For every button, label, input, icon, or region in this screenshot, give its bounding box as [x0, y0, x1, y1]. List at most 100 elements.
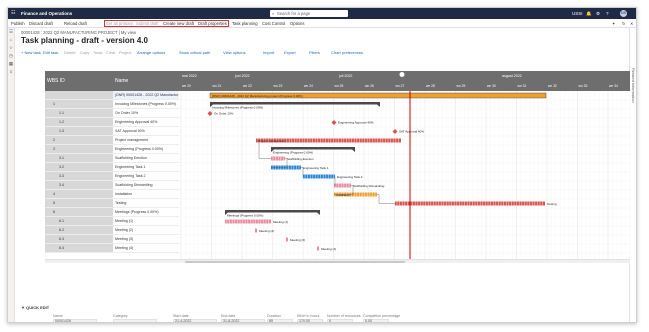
task-bar — [317, 246, 319, 251]
menu-icon[interactable]: ☰ — [8, 28, 14, 36]
workspaces-icon[interactable]: ▦ — [8, 60, 14, 68]
table-row[interactable]: 1.2 Engineering Approval 40% — [45, 118, 179, 127]
action-options[interactable]: Options — [290, 19, 304, 28]
user-avatar[interactable]: NS — [620, 10, 627, 17]
company-picker[interactable]: USSI — [572, 10, 583, 17]
task-bar — [286, 237, 288, 242]
column-wbs-id[interactable]: WBS ID — [47, 78, 65, 84]
notifications-icon[interactable]: 🔔 — [586, 10, 592, 17]
table-row[interactable]: 6.4 Meeting (4) — [45, 244, 179, 253]
related-information-label: Related information — [631, 68, 636, 103]
breadcrumb[interactable]: 00001428 : 2022 Q2 MANUFACTURING PROJECT… — [21, 30, 136, 35]
table-row[interactable]: 3 Engineering (Progress 0.00%) — [45, 145, 179, 154]
delete-button[interactable]: Delete — [64, 49, 76, 56]
task-bar — [334, 183, 351, 188]
table-row[interactable]: (DNR) 00001428 - 2022 Q2 Manufactur — [45, 91, 179, 100]
table-row[interactable]: 3.4 Scaffolding Dismantling — [45, 181, 179, 190]
table-row[interactable]: 1.1 On Order 10% — [45, 109, 179, 118]
clear-button[interactable]: Clear — [106, 49, 116, 56]
wbs-cell: 1.3 — [45, 127, 113, 135]
task-bar-label: Project management — [258, 139, 286, 143]
copy-button[interactable]: Copy — [80, 49, 89, 56]
chart-preferences-button[interactable]: Chart preferences — [331, 49, 363, 56]
action-cost-control[interactable]: Cost Control — [262, 19, 285, 28]
related-information-pane[interactable]: Related information — [629, 28, 636, 322]
favorites-icon[interactable]: ☆ — [8, 44, 14, 52]
wbs-cell: 3.3 — [45, 172, 113, 180]
name-cell: Engineering Task 1 — [115, 165, 146, 169]
import-button[interactable]: Import — [263, 49, 274, 56]
search-box[interactable]: ⌕ Search for a page — [270, 10, 348, 17]
arrange-options-button[interactable]: Arrange options — [137, 49, 165, 56]
column-name[interactable]: Name — [115, 78, 128, 84]
name-cell: Meeting (4) — [115, 246, 134, 250]
name-cell: Meeting (1) — [115, 219, 134, 223]
wbs-cell: 6.3 — [45, 235, 113, 243]
wbs-cell: 1.1 — [45, 109, 113, 117]
table-row[interactable]: 2 Project management — [45, 136, 179, 145]
table-row[interactable]: 4 Installation — [45, 190, 179, 199]
quick-edit-label: Name — [53, 314, 63, 318]
table-row[interactable]: 6.2 Meeting (2) — [45, 226, 179, 235]
gantt-chart[interactable]: mai 2022 juni 2022 juli 2022 august 2022 wn … — [179, 71, 630, 259]
table-row[interactable]: 1.3 SAT Approval 40% — [45, 127, 179, 136]
list-icon[interactable]: ≡ — [8, 68, 14, 76]
quick-edit-field[interactable]: 0,00 — [363, 319, 389, 322]
task-bar-label: Engineering Task 1 — [303, 166, 329, 170]
grid-header: WBS ID Name — [45, 71, 179, 91]
action-publish[interactable]: Publish — [11, 19, 25, 28]
quick-edit-field[interactable]: 21-4-2022 — [173, 319, 217, 322]
table-row[interactable]: 3.1 Scaffolding Erection — [45, 154, 179, 163]
pin-icon[interactable]: ✦ — [612, 19, 616, 28]
project-button[interactable]: Project — [119, 49, 131, 56]
table-row[interactable]: 5 Testing — [45, 199, 179, 208]
quick-edit-field[interactable]: 0 — [327, 319, 353, 322]
recent-icon[interactable]: ◷ — [8, 52, 14, 60]
settings-icon[interactable]: ⚙ — [596, 10, 600, 17]
table-row[interactable]: 3.2 Engineering Task 1 — [45, 163, 179, 172]
filters-button[interactable]: Filters — [309, 49, 320, 56]
wbs-cell: 3.2 — [45, 163, 113, 171]
dependency-link — [258, 140, 271, 159]
help-icon[interactable]: ? — [606, 10, 609, 17]
summary-bar — [225, 210, 320, 213]
table-row[interactable]: 1 Invoicing Milestones (Progress 0.00%) — [45, 100, 179, 109]
page-title: Task planning - draft - version 4.0 — [21, 36, 148, 45]
tools-button[interactable]: Tools — [93, 49, 102, 56]
table-row[interactable]: 6 Meetings (Progress 0.00%) — [45, 208, 179, 217]
table-row[interactable]: 6.1 Meeting (1) — [45, 217, 179, 226]
quick-edit-field[interactable] — [113, 319, 157, 322]
close-icon[interactable]: ✕ — [630, 19, 634, 28]
task-bar-label: Meeting (3) — [290, 238, 305, 242]
action-task-planning[interactable]: Task planning — [232, 19, 258, 28]
action-reload-draft[interactable]: Reload draft — [64, 19, 87, 28]
quick-edit-title[interactable]: ▼ QUICK EDIT — [21, 305, 49, 310]
gantt-toolbar: + New task Edit task Delete Copy Tools C… — [21, 49, 621, 56]
quick-edit-field[interactable]: 00001428 — [53, 319, 97, 322]
view-options-button[interactable]: View options — [223, 49, 246, 56]
edit-task-button[interactable]: Edit task — [43, 49, 58, 56]
horizontal-scrollbar[interactable] — [45, 259, 630, 263]
month-label: juni 2022 — [234, 74, 250, 78]
home-icon[interactable]: ⌂ — [8, 36, 14, 44]
table-row[interactable]: 6.3 Meeting (3) — [45, 235, 179, 244]
task-bar-label: Scaffolding Erection — [287, 157, 314, 161]
action-discard-draft[interactable]: Discard draft — [29, 19, 53, 28]
quick-edit-field[interactable]: 31-8-2022 — [221, 319, 265, 322]
app-launcher-icon[interactable]: ☷ — [11, 11, 15, 16]
export-button[interactable]: Export — [284, 49, 296, 56]
show-critical-path-button[interactable]: Show critical path — [179, 49, 210, 56]
quick-edit-field[interactable]: 89 — [267, 319, 293, 322]
week-label: wn 22 — [243, 84, 252, 88]
quick-edit-field[interactable]: 170,00 — [297, 319, 323, 322]
wbs-cell: 1.2 — [45, 118, 113, 126]
week-label: wn 23 — [274, 84, 283, 88]
table-row[interactable]: 3.3 Engineering Task 2 — [45, 172, 179, 181]
app-title: Finance and Operations — [21, 11, 73, 16]
milestone-diamond — [331, 120, 337, 125]
scrollbar-thumb[interactable] — [185, 261, 405, 263]
new-task-button[interactable]: + New task — [21, 49, 41, 56]
name-cell: On Order 10% — [115, 111, 139, 115]
refresh-icon[interactable]: ↻ — [622, 19, 626, 28]
summary-bar — [271, 147, 355, 150]
